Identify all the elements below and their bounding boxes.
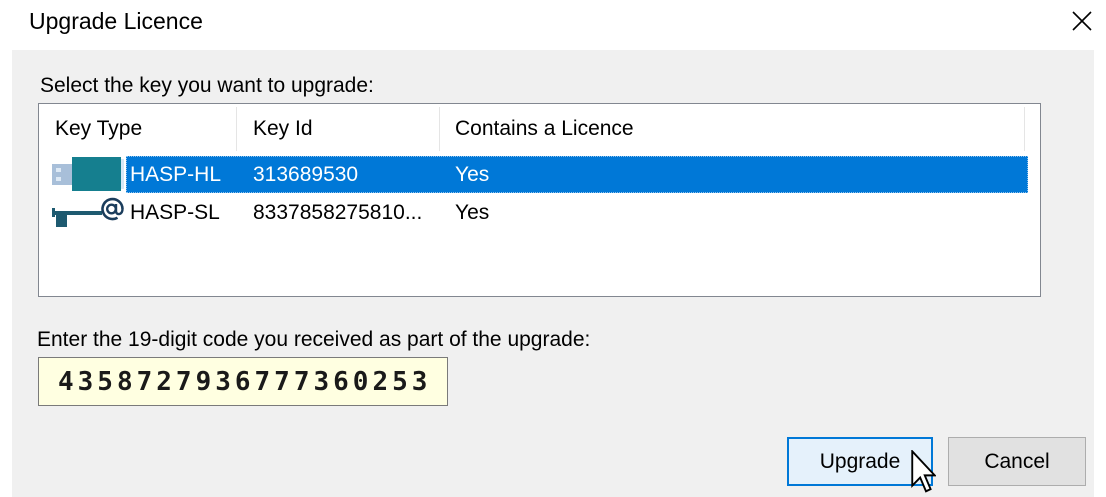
row-key-id: 8337858275810... bbox=[253, 201, 423, 224]
upgrade-button[interactable]: Upgrade bbox=[787, 437, 933, 486]
row-selection-area: HASP-HL 313689530 Yes bbox=[126, 156, 1028, 193]
row-key-type: HASP-SL bbox=[130, 201, 220, 224]
column-header-key-type[interactable]: Key Type bbox=[39, 104, 237, 154]
row-contains-licence: Yes bbox=[455, 163, 490, 186]
row-key-type: HASP-HL bbox=[130, 163, 222, 186]
software-key-icon bbox=[52, 197, 124, 227]
close-button[interactable] bbox=[1058, 0, 1106, 42]
row-key-id: 313689530 bbox=[253, 163, 359, 186]
dialog-title: Upgrade Licence bbox=[29, 8, 203, 34]
dialog-body: Select the key you want to upgrade: Key … bbox=[12, 50, 1094, 497]
upgrade-code-label: Enter the 19-digit code you received as … bbox=[37, 328, 591, 351]
column-header-key-id[interactable]: Key Id bbox=[237, 104, 440, 154]
key-row-hasp-hl[interactable]: HASP-HL 313689530 Yes bbox=[39, 156, 1040, 194]
column-header-contains-licence[interactable]: Contains a Licence bbox=[440, 104, 1025, 154]
row-selection-area: HASP-SL 8337858275810... Yes bbox=[126, 194, 1028, 231]
key-select-label: Select the key you want to upgrade: bbox=[40, 74, 374, 97]
row-contains-licence: Yes bbox=[455, 201, 490, 224]
usb-dongle-icon bbox=[52, 157, 124, 191]
close-icon bbox=[1072, 11, 1092, 31]
upgrade-code-input[interactable] bbox=[38, 357, 448, 406]
key-row-hasp-sl[interactable]: HASP-SL 8337858275810... Yes bbox=[39, 194, 1040, 232]
title-bar: Upgrade Licence bbox=[0, 0, 1106, 50]
cancel-button[interactable]: Cancel bbox=[948, 437, 1086, 486]
key-list[interactable]: Key Type Key Id Contains a Licence HASP-… bbox=[38, 103, 1041, 297]
